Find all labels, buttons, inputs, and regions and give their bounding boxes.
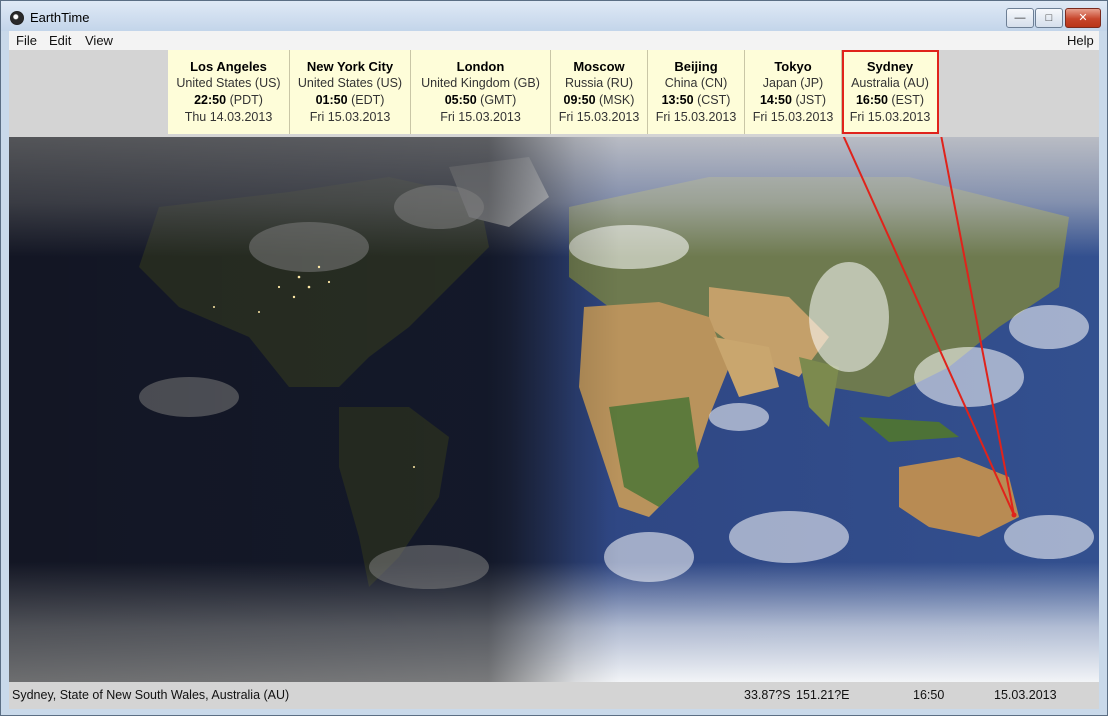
city-name: Moscow xyxy=(573,59,625,74)
city-date: Thu 14.03.2013 xyxy=(184,110,273,124)
city-date: Fri 15.03.2013 xyxy=(752,110,834,124)
city-name: Los Angeles xyxy=(190,59,267,74)
status-location: Sydney, State of New South Wales, Austra… xyxy=(12,688,290,702)
city-time: 22:50 xyxy=(194,93,227,107)
city-name: Tokyo xyxy=(774,59,812,74)
clock-icon xyxy=(10,11,24,25)
city-zone: (PDT) xyxy=(229,93,263,107)
title-bar[interactable]: EarthTime — □ ✕ xyxy=(1,1,1107,31)
city-time: 16:50 xyxy=(855,93,888,107)
city-time: 09:50 xyxy=(563,93,596,107)
city-zone: (EST) xyxy=(891,93,925,107)
city-date: Fri 15.03.2013 xyxy=(440,110,521,124)
city-time: 01:50 xyxy=(315,93,348,107)
world-map[interactable] xyxy=(9,137,1099,682)
city-card-moscow[interactable]: Moscow Russia (RU) 09:50 (MSK) Fri 15.03… xyxy=(551,50,648,134)
city-country: Japan (JP) xyxy=(762,76,824,90)
city-country: Australia (AU) xyxy=(851,76,929,90)
city-date: Fri 15.03.2013 xyxy=(655,110,737,124)
city-card-beijing[interactable]: Beijing China (CN) 13:50 (CST) Fri 15.03… xyxy=(648,50,745,134)
city-name: London xyxy=(456,59,505,74)
city-time: 14:50 xyxy=(759,93,792,107)
menu-file[interactable]: File xyxy=(16,33,37,48)
city-zone: (JST) xyxy=(795,93,827,107)
close-button[interactable]: ✕ xyxy=(1065,8,1101,28)
menu-view[interactable]: View xyxy=(85,33,113,48)
client-area: Los Angeles United States (US) 22:50 (PD… xyxy=(9,50,1099,709)
menu-help[interactable]: Help xyxy=(1067,33,1094,48)
city-card-london[interactable]: London United Kingdom (GB) 05:50 (GMT) F… xyxy=(411,50,551,134)
city-name: New York City xyxy=(306,59,394,74)
city-card-tokyo[interactable]: Tokyo Japan (JP) 14:50 (JST) Fri 15.03.2… xyxy=(745,50,842,134)
city-country: Russia (RU) xyxy=(564,76,634,90)
city-zone: (MSK) xyxy=(599,93,635,107)
city-name: Sydney xyxy=(866,59,914,74)
city-zone: (GMT) xyxy=(480,93,517,107)
status-time: 16:50 xyxy=(913,688,945,702)
minimize-button[interactable]: — xyxy=(1006,8,1034,28)
sydney-marker[interactable] xyxy=(1011,512,1017,518)
city-card-sydney[interactable]: Sydney Australia (AU) 16:50 (EST) Fri 15… xyxy=(842,50,939,134)
city-date: Fri 15.03.2013 xyxy=(849,110,931,124)
status-latitude: 33.87?S xyxy=(744,688,791,702)
city-country: United States (US) xyxy=(176,76,281,90)
world-map-image xyxy=(9,137,1099,682)
app-window: EarthTime — □ ✕ File Edit View Help Los … xyxy=(0,0,1108,716)
city-country: United Kingdom (GB) xyxy=(421,76,540,90)
menu-edit[interactable]: Edit xyxy=(49,33,71,48)
status-bar: Sydney, State of New South Wales, Austra… xyxy=(9,682,1099,709)
city-country: United States (US) xyxy=(297,76,403,90)
city-name: Beijing xyxy=(674,59,718,74)
menu-bar: File Edit View Help xyxy=(9,31,1099,51)
city-time: 05:50 xyxy=(444,93,477,107)
city-country: China (CN) xyxy=(664,76,728,90)
window-title: EarthTime xyxy=(30,10,90,25)
city-cards: Los Angeles United States (US) 22:50 (PD… xyxy=(168,50,939,134)
city-date: Fri 15.03.2013 xyxy=(309,110,391,124)
city-date: Fri 15.03.2013 xyxy=(558,110,640,124)
city-zone: (EDT) xyxy=(351,93,385,107)
city-card-new-york[interactable]: New York City United States (US) 01:50 (… xyxy=(290,50,411,134)
city-card-los-angeles[interactable]: Los Angeles United States (US) 22:50 (PD… xyxy=(168,50,290,134)
status-date: 15.03.2013 xyxy=(994,688,1057,702)
status-longitude: 151.21?E xyxy=(796,688,850,702)
maximize-button[interactable]: □ xyxy=(1035,8,1063,28)
city-zone: (CST) xyxy=(697,93,731,107)
city-time: 13:50 xyxy=(661,93,694,107)
night-shading xyxy=(9,137,1099,682)
